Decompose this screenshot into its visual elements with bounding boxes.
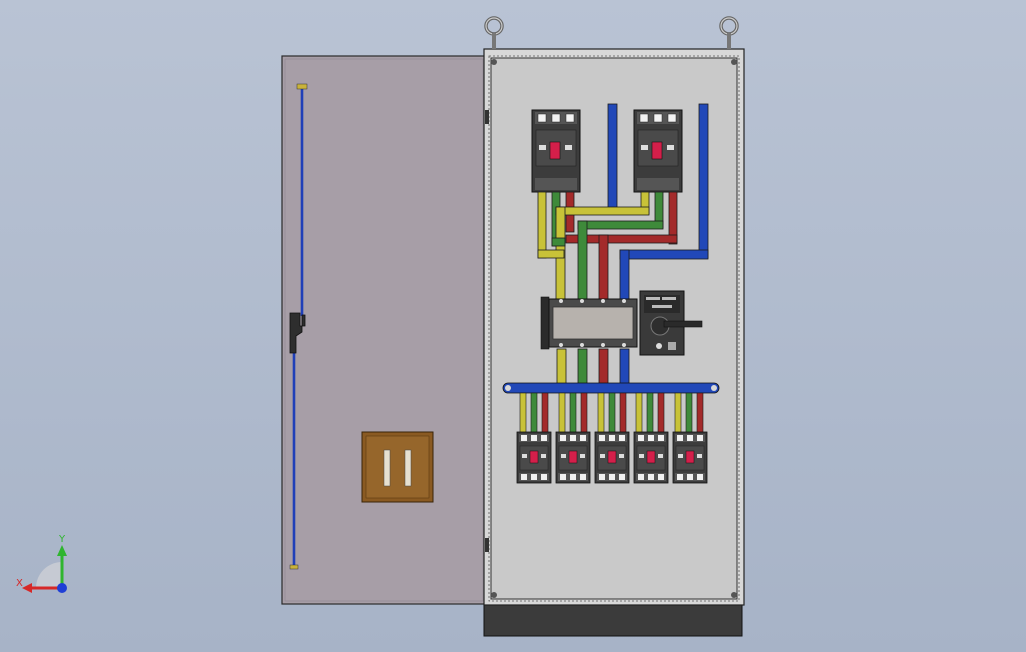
document-pocket [361, 431, 434, 503]
triad-y-label: Y [58, 534, 66, 545]
main-breaker-left[interactable] [531, 109, 581, 193]
cad-viewport: Y X [16, 16, 745, 637]
branch-breaker-2[interactable] [555, 431, 591, 484]
triad-x-label: X [16, 578, 23, 589]
branch-breaker-1[interactable] [516, 431, 552, 484]
neutral-distribution-bar [502, 382, 720, 394]
cabinet-door[interactable] [281, 55, 487, 605]
main-breaker-right[interactable] [633, 109, 683, 193]
lifting-eye-right [719, 16, 739, 49]
branch-breaker-5[interactable] [672, 431, 708, 484]
cabinet-plinth [483, 603, 743, 637]
orientation-triad: Y X [16, 534, 67, 593]
ats-unit[interactable] [540, 296, 638, 350]
branch-breaker-3[interactable] [594, 431, 630, 484]
lifting-eye-left [484, 16, 504, 49]
branch-feeder-bars [519, 392, 704, 434]
branch-breakers [516, 431, 708, 484]
branch-breaker-4[interactable] [633, 431, 669, 484]
